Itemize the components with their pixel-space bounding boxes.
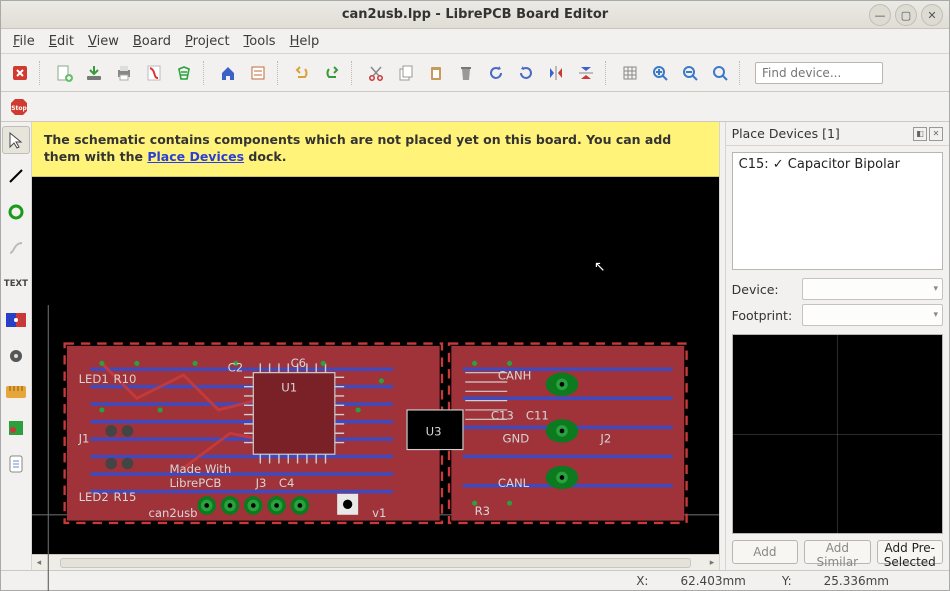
close-button[interactable]: ✕ <box>921 4 943 26</box>
menu-file[interactable]: File <box>7 32 41 51</box>
dock-detach-icon[interactable]: ◧ <box>913 127 927 141</box>
home-icon[interactable] <box>215 60 241 86</box>
warning-text-post: dock. <box>244 149 286 164</box>
footprint-label: Footprint: <box>732 308 796 323</box>
via-tool[interactable] <box>2 342 30 370</box>
svg-text:Made With: Made With <box>169 462 231 476</box>
warning-bar: The schematic contains components which … <box>32 122 719 177</box>
close-project-icon[interactable] <box>7 60 33 86</box>
zoom-out-icon[interactable] <box>677 60 703 86</box>
svg-text:C4: C4 <box>279 476 295 490</box>
pdf-icon[interactable] <box>141 60 167 86</box>
zoom-fit-icon[interactable] <box>707 60 733 86</box>
chevron-down-icon: ▾ <box>933 310 938 320</box>
warning-text-pre: The schematic contains components which … <box>44 132 671 164</box>
place-devices-link[interactable]: Place Devices <box>147 149 244 164</box>
dock-close-icon[interactable]: ✕ <box>929 127 943 141</box>
plane-tool[interactable] <box>2 306 30 334</box>
svg-text:LibrePCB: LibrePCB <box>169 476 221 490</box>
circle-tool[interactable] <box>2 198 30 226</box>
paste-icon[interactable] <box>423 60 449 86</box>
menu-board[interactable]: Board <box>127 32 177 51</box>
place-devices-dock: Place Devices [1] ◧ ✕ C15: ✓ Capacitor B… <box>726 122 949 570</box>
svg-text:GND: GND <box>502 431 529 445</box>
svg-text:CANL: CANL <box>498 476 530 490</box>
svg-text:J3: J3 <box>254 476 266 490</box>
redo-icon[interactable] <box>319 60 345 86</box>
svg-text:C2: C2 <box>228 360 244 374</box>
svg-text:U3: U3 <box>426 424 442 438</box>
add-preselected-button[interactable]: Add Pre-Selected <box>877 540 943 564</box>
toolbar-main <box>1 54 949 92</box>
new-icon[interactable] <box>51 60 77 86</box>
svg-text:LED2: LED2 <box>78 490 108 504</box>
add-button[interactable]: Add <box>732 540 798 564</box>
titlebar: can2usb.lpp - LibrePCB Board Editor — ▢ … <box>1 1 949 29</box>
svg-text:R10: R10 <box>113 372 136 386</box>
abort-icon[interactable]: Stop <box>7 95 31 119</box>
board-canvas[interactable]: LED1 R10 C2 C6 U1 J1 Made With LibrePCB … <box>32 177 719 554</box>
svg-text:C11: C11 <box>526 408 549 422</box>
minimize-button[interactable]: — <box>869 4 891 26</box>
find-device-input[interactable] <box>755 62 883 84</box>
menu-view[interactable]: View <box>82 32 125 51</box>
line-tool[interactable] <box>2 162 30 190</box>
menu-tools[interactable]: Tools <box>238 32 282 51</box>
zoom-in-icon[interactable] <box>647 60 673 86</box>
polygon-tool[interactable] <box>2 414 30 442</box>
maximize-button[interactable]: ▢ <box>895 4 917 26</box>
status-y-value: 25.336mm <box>824 574 889 588</box>
toolbar-command: Stop <box>1 92 949 122</box>
svg-text:C6: C6 <box>290 356 306 370</box>
mirror-v-icon[interactable] <box>573 60 599 86</box>
svg-text:J1: J1 <box>77 431 89 445</box>
svg-text:CANH: CANH <box>498 368 532 382</box>
svg-text:R3: R3 <box>474 504 489 518</box>
menu-edit[interactable]: Edit <box>43 32 80 51</box>
menu-help[interactable]: Help <box>284 32 326 51</box>
undo-icon[interactable] <box>289 60 315 86</box>
text-tool[interactable]: TEXT <box>2 270 30 298</box>
svg-text:can2usb: can2usb <box>148 506 197 520</box>
footprint-combo[interactable]: ▾ <box>802 304 943 326</box>
status-y-label: Y: <box>782 574 792 588</box>
save-icon[interactable] <box>81 60 107 86</box>
mirror-h-icon[interactable] <box>543 60 569 86</box>
trace-tool[interactable] <box>2 234 30 262</box>
drc-tool[interactable] <box>2 450 30 478</box>
chevron-down-icon: ▾ <box>933 284 938 294</box>
add-similar-button[interactable]: Add Similar <box>804 540 870 564</box>
select-tool[interactable] <box>2 126 30 154</box>
rotate-cw-icon[interactable] <box>513 60 539 86</box>
dock-title: Place Devices [1] <box>732 126 840 141</box>
menubar: File Edit View Board Project Tools Help <box>1 29 949 54</box>
svg-text:Stop: Stop <box>11 105 27 112</box>
list-item[interactable]: C15: ✓ Capacitor Bipolar <box>739 157 936 172</box>
print-icon[interactable] <box>111 60 137 86</box>
unplaced-components-list[interactable]: C15: ✓ Capacitor Bipolar <box>732 152 943 270</box>
schematic-icon[interactable] <box>245 60 271 86</box>
svg-text:C13: C13 <box>491 408 514 422</box>
rotate-ccw-icon[interactable] <box>483 60 509 86</box>
svg-text:LED1: LED1 <box>78 372 108 386</box>
device-label: Device: <box>732 282 796 297</box>
svg-text:v1: v1 <box>372 506 386 520</box>
window-title: can2usb.lpp - LibrePCB Board Editor <box>342 7 608 22</box>
panel-splitter[interactable] <box>719 122 726 570</box>
device-combo[interactable]: ▾ <box>802 278 943 300</box>
svg-text:J2: J2 <box>599 431 611 445</box>
svg-text:U1: U1 <box>281 380 297 394</box>
menu-project[interactable]: Project <box>179 32 236 51</box>
copy-icon[interactable] <box>393 60 419 86</box>
order-pcb-icon[interactable] <box>171 60 197 86</box>
ruler-tool[interactable] <box>2 378 30 406</box>
cut-icon[interactable] <box>363 60 389 86</box>
svg-text:R15: R15 <box>113 490 136 504</box>
tool-palette: TEXT <box>1 122 32 570</box>
grid-icon[interactable] <box>617 60 643 86</box>
delete-icon[interactable] <box>453 60 479 86</box>
footprint-preview <box>732 334 943 534</box>
